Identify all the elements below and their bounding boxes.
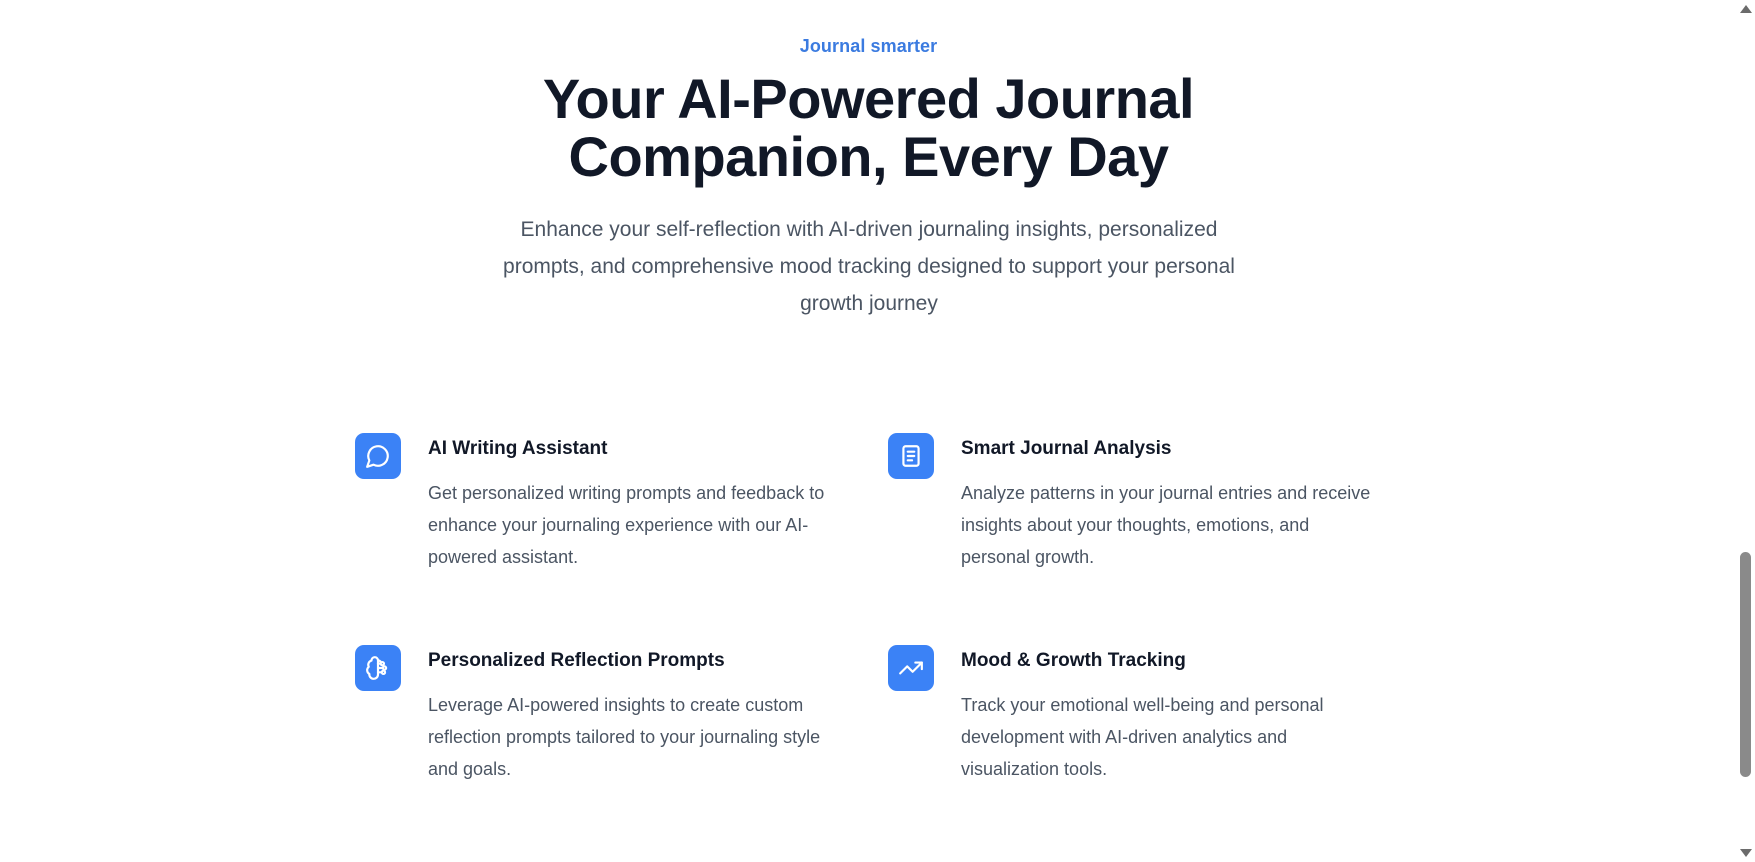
section-headline: Your AI-Powered Journal Companion, Every…: [0, 70, 1737, 186]
feature-description: Get personalized writing prompts and fee…: [428, 483, 825, 567]
brain-icon: [355, 645, 401, 691]
trending-up-icon: [888, 645, 934, 691]
section-description: Enhance your self-reflection with AI-dri…: [503, 218, 1235, 315]
feature-title: Personalized Reflection Prompts: [428, 650, 725, 671]
features-section: Journal smarter Your AI-Powered Journal …: [0, 0, 1737, 862]
feature-description: Analyze patterns in your journal entries…: [961, 483, 1371, 567]
chat-bubble-icon: [355, 433, 401, 479]
page: Journal smarter Your AI-Powered Journal …: [0, 0, 1755, 862]
scrollbar-thumb[interactable]: [1740, 552, 1751, 777]
vertical-scrollbar[interactable]: [1737, 0, 1755, 862]
headline-line-1: Your AI-Powered Journal: [542, 67, 1195, 130]
scroll-up-arrow-icon[interactable]: [1737, 0, 1755, 18]
feature-title: Smart Journal Analysis: [961, 438, 1172, 459]
headline-line-2: Companion, Every Day: [568, 125, 1169, 188]
section-eyebrow: Journal smarter: [799, 36, 938, 56]
feature-title: Mood & Growth Tracking: [961, 650, 1186, 671]
feature-description: Leverage AI-powered insights to create c…: [428, 695, 821, 779]
document-icon: [888, 433, 934, 479]
feature-description: Track your emotional well-being and pers…: [961, 695, 1324, 779]
scroll-down-arrow-icon[interactable]: [1737, 844, 1755, 862]
feature-title: AI Writing Assistant: [428, 438, 608, 459]
